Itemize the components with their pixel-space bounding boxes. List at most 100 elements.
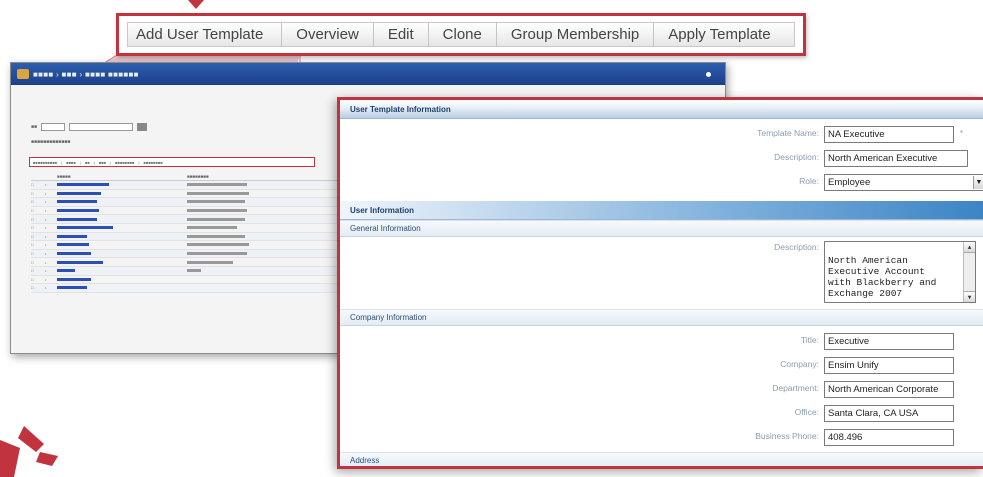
row-checkbox[interactable]: □ xyxy=(31,225,45,230)
template-name-field[interactable]: NA Executive xyxy=(824,126,954,143)
section-header-template-info: User Template Information xyxy=(340,100,983,119)
row-checkbox[interactable]: □ xyxy=(31,182,45,187)
title-row: Title: Executive xyxy=(340,330,983,354)
role-label: Role: xyxy=(799,176,819,186)
template-name-row: Template Name: NA Executive * xyxy=(340,123,983,147)
section-header-address: Address xyxy=(340,452,983,466)
company-row: Company: Ensim Unify xyxy=(340,354,983,378)
table-row[interactable]: □ • xyxy=(31,249,361,259)
office-row: Office: Santa Clara, CA USA xyxy=(340,402,983,426)
role-row: Role: Employee ▼ xyxy=(340,171,983,195)
row-status-icon: • xyxy=(45,216,47,222)
general-description-text: North American Executive Account with Bl… xyxy=(828,255,937,299)
company-label: Company: xyxy=(780,359,819,369)
row-description xyxy=(187,277,361,282)
table-row[interactable]: □ • xyxy=(31,284,361,293)
row-name-link[interactable] xyxy=(57,199,187,204)
template-description-row: Description: North American Executive xyxy=(340,147,983,171)
table-row[interactable]: □ • xyxy=(31,232,361,242)
table-row[interactable]: □ • xyxy=(31,224,361,233)
table-row[interactable]: □ • xyxy=(31,276,361,285)
table-row[interactable]: □ • xyxy=(31,215,361,224)
clone-tab[interactable]: Clone xyxy=(429,23,497,46)
table-row[interactable]: □ • xyxy=(31,266,361,276)
row-description xyxy=(187,182,361,187)
title-label: Title: xyxy=(800,335,819,345)
chevron-down-icon[interactable]: ▼ xyxy=(973,176,983,189)
arrow-down-icon[interactable]: ▼ xyxy=(964,291,975,302)
row-status-icon: • xyxy=(45,251,47,257)
row-description xyxy=(187,234,361,239)
window-status-icon xyxy=(706,71,711,77)
row-status-icon: • xyxy=(45,190,47,196)
table-row[interactable]: □ • xyxy=(31,207,361,216)
row-description xyxy=(187,191,361,196)
role-select[interactable]: Employee ▼ xyxy=(824,174,983,191)
table-row[interactable]: □ • xyxy=(31,181,361,190)
row-checkbox[interactable]: □ xyxy=(31,191,45,196)
apply-template-tab[interactable]: Apply Template xyxy=(654,23,784,46)
table-row[interactable]: □ • xyxy=(31,190,361,199)
filter-select[interactable] xyxy=(41,123,66,131)
overview-tab[interactable]: Overview xyxy=(282,23,374,46)
table-row[interactable]: □ • xyxy=(31,198,361,207)
row-status-icon: • xyxy=(45,208,47,214)
row-name-link[interactable] xyxy=(57,182,187,187)
row-status-icon: • xyxy=(45,225,47,231)
row-name-link[interactable] xyxy=(57,234,187,239)
textarea-scrollbar[interactable]: ▲ ▼ xyxy=(963,242,975,302)
section-header-user-info: User Information xyxy=(340,201,983,220)
row-name-link[interactable] xyxy=(57,285,187,290)
row-name-link[interactable] xyxy=(57,208,187,213)
row-checkbox[interactable]: □ xyxy=(31,260,45,265)
template-description-field[interactable]: North American Executive xyxy=(824,150,968,167)
table-row[interactable]: □ • xyxy=(31,241,361,250)
row-description xyxy=(187,217,361,222)
row-name-link[interactable] xyxy=(57,242,187,247)
row-checkbox[interactable]: □ xyxy=(31,285,45,290)
row-description xyxy=(187,199,361,204)
row-name-link[interactable] xyxy=(57,251,187,256)
filter-input[interactable] xyxy=(69,123,134,131)
row-checkbox[interactable]: □ xyxy=(31,268,45,273)
add-user-template-button[interactable]: Add User Template xyxy=(128,23,283,46)
general-description-textarea[interactable]: North American Executive Account with Bl… xyxy=(824,241,976,303)
business-phone-label: Business Phone: xyxy=(755,431,819,441)
filter-options: ■■■■■■■■■■■■■ xyxy=(31,139,71,145)
row-name-link[interactable] xyxy=(57,277,187,282)
row-name-link[interactable] xyxy=(57,268,187,273)
row-status-icon: • xyxy=(45,199,47,205)
row-description xyxy=(187,225,361,230)
arrow-up-icon[interactable]: ▲ xyxy=(964,242,975,253)
row-checkbox[interactable]: □ xyxy=(31,199,45,204)
edit-tab[interactable]: Edit xyxy=(374,23,429,46)
list-window-titlebar: ■■■■ › ■■■ › ■■■■ ■■■■■■ xyxy=(11,63,725,85)
row-name-link[interactable] xyxy=(57,260,187,265)
row-name-link[interactable] xyxy=(57,217,187,222)
row-checkbox[interactable]: □ xyxy=(31,251,45,256)
table-row[interactable]: □ • xyxy=(31,258,361,267)
row-checkbox[interactable]: □ xyxy=(31,242,45,247)
company-field[interactable]: Ensim Unify xyxy=(824,357,954,374)
department-label: Department: xyxy=(772,383,819,393)
brand-logo-icon xyxy=(0,426,58,477)
row-name-link[interactable] xyxy=(57,191,187,196)
row-checkbox[interactable]: □ xyxy=(31,277,45,282)
user-templates-table: ■■■■■ ■■■■■■■■ □ • □ • □ • □ • □ • □ • □ • □ • □ • □ • □ • □ • □ • xyxy=(31,173,361,293)
template-name-label: Template Name: xyxy=(757,128,819,138)
row-name-link[interactable] xyxy=(57,225,187,230)
business-phone-field[interactable]: 408.496 xyxy=(824,429,954,446)
required-marker: * xyxy=(960,129,964,138)
row-description xyxy=(187,268,361,273)
row-checkbox[interactable]: □ xyxy=(31,217,45,222)
title-field[interactable]: Executive xyxy=(824,333,954,350)
app-logo-icon xyxy=(17,69,29,79)
role-selected-value: Employee xyxy=(828,177,871,188)
group-membership-tab[interactable]: Group Membership xyxy=(497,23,655,46)
filter-go-button[interactable] xyxy=(137,123,148,131)
row-checkbox[interactable]: □ xyxy=(31,234,45,239)
row-description xyxy=(187,260,361,265)
office-field[interactable]: Santa Clara, CA USA xyxy=(824,405,954,422)
row-checkbox[interactable]: □ xyxy=(31,208,45,213)
department-field[interactable]: North American Corporate xyxy=(824,381,954,398)
